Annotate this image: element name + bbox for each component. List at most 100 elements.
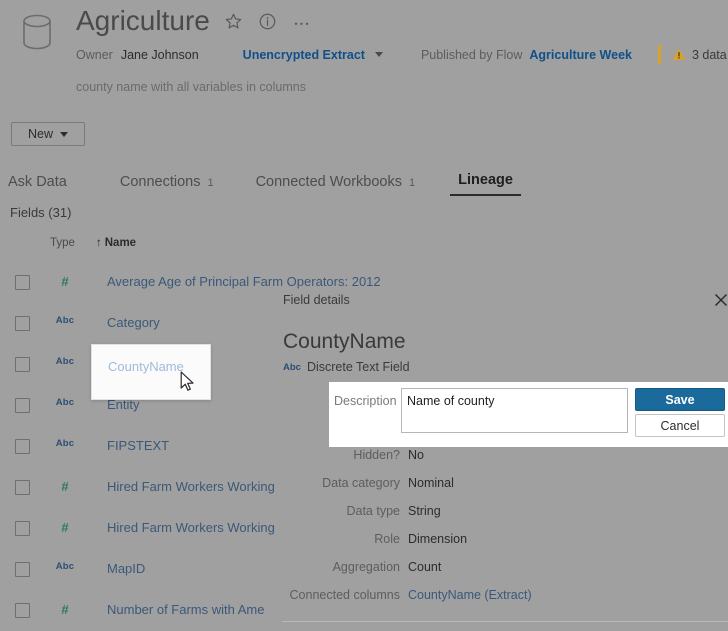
- tab-label: Connections: [119, 174, 201, 190]
- field-name-link[interactable]: MapID: [107, 561, 145, 576]
- field-type-icon: #: [61, 520, 69, 535]
- table-row[interactable]: # Average Age of Principal Farm Operators…: [0, 262, 381, 303]
- tab-lineage[interactable]: Lineage: [450, 172, 521, 196]
- abc-type-icon: Abc: [283, 361, 301, 373]
- tab-connected-workbooks[interactable]: Connected Workbooks 1: [256, 174, 416, 196]
- column-header-name[interactable]: ↑ Name: [96, 237, 136, 249]
- field-name-link[interactable]: FIPSTEXT: [107, 438, 169, 453]
- attribute-value: No: [408, 448, 424, 462]
- attribute-value: String: [408, 504, 441, 518]
- tab-bar: Ask Data Connections 1 Connected Workbook…: [0, 172, 728, 196]
- row-checkbox[interactable]: [15, 480, 30, 495]
- field-details-title: Field details: [283, 293, 350, 307]
- field-type-icon: #: [61, 479, 69, 494]
- cancel-button[interactable]: Cancel: [635, 414, 725, 437]
- owner-label: Owner: [76, 47, 113, 62]
- metadata-row: Owner Jane Johnson Unencrypted Extract P…: [76, 45, 728, 64]
- column-header-name-label: Name: [104, 237, 137, 249]
- field-name-heading: CountyName: [283, 330, 406, 353]
- published-flow-link[interactable]: Agriculture Week: [529, 48, 632, 62]
- save-button[interactable]: Save: [635, 388, 725, 411]
- table-row[interactable]: # Hired Farm Workers Working: [0, 508, 300, 549]
- field-type-icon: Abc: [55, 438, 75, 449]
- extract-type-link[interactable]: Unencrypted Extract: [243, 48, 365, 62]
- field-type-icon: Abc: [55, 356, 75, 367]
- field-type-icon: #: [61, 274, 69, 289]
- new-button-label: New: [27, 127, 53, 141]
- page-header: Agriculture Owner Jane Johnson Unencrypt…: [0, 0, 728, 100]
- datasource-page: Agriculture Owner Jane Johnson Unencrypt…: [0, 0, 728, 628]
- field-type-description: Discrete Text Field: [306, 360, 410, 374]
- fields-table: # Average Age of Principal Farm Operators…: [0, 262, 381, 631]
- new-button[interactable]: New: [11, 122, 85, 146]
- row-checkbox[interactable]: [15, 275, 30, 290]
- page-title: Agriculture: [76, 5, 210, 36]
- sort-ascending-icon: ↑: [96, 237, 102, 249]
- attribute-row: Data category Nominal: [268, 472, 728, 500]
- data-quality-warning-text[interactable]: 3 data quality w: [692, 48, 728, 62]
- warning-triangle-icon: [672, 48, 686, 61]
- table-row[interactable]: Abc MapID: [0, 549, 300, 590]
- field-name-link[interactable]: Average Age of Principal Farm Operators:…: [107, 274, 381, 289]
- chevron-down-icon: [60, 131, 68, 137]
- row-checkbox[interactable]: [15, 398, 30, 413]
- attribute-key: Role: [374, 532, 400, 546]
- row-checkbox[interactable]: [15, 521, 30, 536]
- close-icon[interactable]: [711, 290, 728, 310]
- attribute-key: Connected columns: [289, 588, 400, 602]
- attribute-row: Aggregation Count: [268, 556, 728, 584]
- panel-bottom-divider: [282, 621, 728, 622]
- title-row: Agriculture: [76, 4, 312, 38]
- table-row[interactable]: # Hired Farm Workers Working: [0, 467, 300, 508]
- field-type-icon: Abc: [55, 397, 75, 408]
- description-input[interactable]: [401, 388, 628, 433]
- ellipsis-icon[interactable]: [292, 11, 312, 31]
- attribute-key: Aggregation: [332, 560, 400, 574]
- field-name-link[interactable]: Hired Farm Workers Working: [107, 479, 275, 494]
- tab-count: 1: [409, 177, 416, 189]
- row-checkbox[interactable]: [15, 357, 30, 372]
- owner-name: Jane Johnson: [120, 47, 199, 62]
- field-name-link[interactable]: Number of Farms with Ame: [107, 602, 265, 617]
- tab-ask-data[interactable]: Ask Data: [8, 174, 67, 196]
- tab-count: 1: [207, 177, 214, 189]
- field-type-icon: Abc: [55, 315, 75, 326]
- field-name-link[interactable]: Category: [107, 315, 160, 330]
- info-circle-icon[interactable]: [258, 11, 278, 31]
- row-checkbox[interactable]: [15, 439, 30, 454]
- field-type-icon: #: [61, 602, 69, 617]
- attribute-key: Data type: [346, 504, 400, 518]
- row-checkbox[interactable]: [15, 316, 30, 331]
- tab-label: Ask Data: [8, 174, 67, 190]
- attribute-row: Hidden? No: [268, 444, 728, 472]
- column-header-type[interactable]: Type: [50, 237, 75, 249]
- table-row[interactable]: Abc FIPSTEXT: [0, 426, 300, 467]
- table-row[interactable]: Abc Category: [0, 303, 300, 344]
- tab-label: Connected Workbooks: [255, 174, 403, 190]
- tab-connections[interactable]: Connections 1: [120, 174, 214, 196]
- published-by-label: Published by Flow: [420, 47, 523, 62]
- database-cylinder-icon: [18, 10, 56, 54]
- tab-label: Lineage: [458, 172, 513, 188]
- table-row[interactable]: # Number of Farms with Ame: [0, 590, 300, 631]
- attribute-value: Count: [408, 560, 442, 574]
- attribute-row: Connected columns CountyName (Extract): [268, 584, 728, 612]
- field-name-link[interactable]: Hired Farm Workers Working: [107, 520, 275, 535]
- datasource-description: county name with all variables in column…: [76, 80, 306, 94]
- attribute-value: Nominal: [408, 476, 454, 490]
- fields-count-label: Fields (31): [10, 205, 72, 220]
- attribute-row: Data type String: [268, 500, 728, 528]
- row-checkbox[interactable]: [15, 603, 30, 618]
- star-icon[interactable]: [224, 11, 244, 31]
- field-type-row: Abc Discrete Text Field: [283, 360, 410, 374]
- field-hover-card[interactable]: CountyName: [91, 344, 211, 400]
- divider: [657, 45, 661, 64]
- field-type-icon: Abc: [55, 561, 75, 572]
- chevron-down-icon[interactable]: [374, 52, 383, 57]
- attribute-key: Data category: [322, 476, 400, 490]
- field-attributes-list: Hidden? No Data category Nominal Data type St…: [268, 444, 728, 612]
- attribute-key: Hidden?: [353, 448, 400, 462]
- attribute-value[interactable]: CountyName (Extract): [408, 588, 532, 602]
- row-checkbox[interactable]: [15, 562, 30, 577]
- description-label: Description: [334, 394, 397, 408]
